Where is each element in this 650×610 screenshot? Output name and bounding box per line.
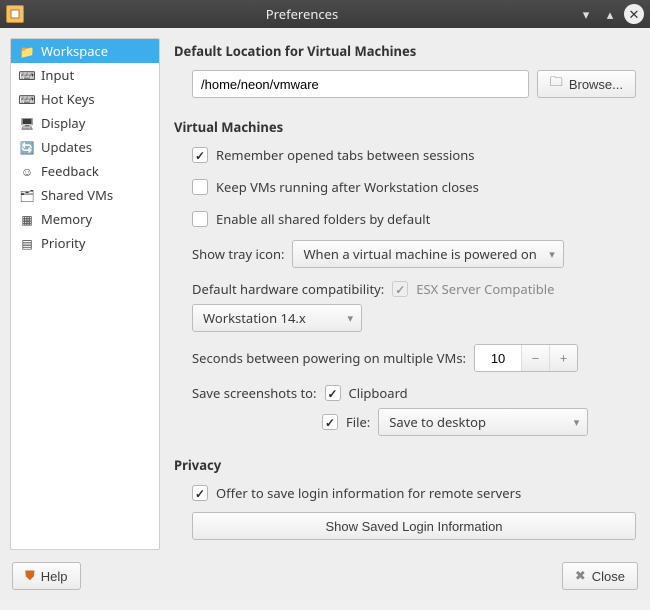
close-button[interactable]: ✖ Close [562, 562, 638, 590]
updates-icon: 🔄 [19, 140, 35, 154]
close-icon: ✖ [575, 568, 586, 584]
checkbox-icon [192, 485, 208, 501]
sidebar-item-label: Feedback [41, 162, 99, 180]
show-saved-login-button[interactable]: Show Saved Login Information [192, 512, 636, 540]
window-title: Preferences [32, 5, 572, 23]
display-icon: 🖥 [19, 116, 35, 130]
sidebar-item-label: Input [41, 66, 74, 84]
hotkeys-icon: ⌨ [19, 92, 35, 106]
clipboard-label: Clipboard [349, 384, 408, 402]
input-icon: ⌨ [19, 68, 35, 82]
remember-tabs-label: Remember opened tabs between sessions [216, 146, 474, 164]
keep-vms-label: Keep VMs running after Workstation close… [216, 178, 479, 196]
sidebar-item-display[interactable]: 🖥 Display [11, 111, 159, 135]
sidebar: 📁 Workspace ⌨ Input ⌨ Hot Keys 🖥 Display 🔄 Update… [10, 38, 160, 550]
sidebar-item-input[interactable]: ⌨ Input [11, 63, 159, 87]
sidebar-item-memory[interactable]: ▦ Memory [11, 207, 159, 231]
sidebar-item-hot-keys[interactable]: ⌨ Hot Keys [11, 87, 159, 111]
file-label: File: [346, 413, 370, 431]
help-label: Help [41, 569, 68, 584]
remember-tabs-checkbox[interactable]: Remember opened tabs between sessions [192, 146, 474, 164]
sidebar-item-feedback[interactable]: ☺ Feedback [11, 159, 159, 183]
checkbox-icon [192, 147, 208, 163]
section-virtual-machines: Virtual Machines [174, 118, 636, 136]
enable-shared-folders-checkbox[interactable]: Enable all shared folders by default [192, 210, 430, 228]
esx-label: ESX Server Compatible [416, 280, 554, 298]
sidebar-item-label: Priority [41, 234, 86, 252]
help-icon: ⛊ [25, 568, 35, 584]
section-privacy: Privacy [174, 456, 636, 474]
file-checkbox[interactable]: File: [322, 413, 370, 431]
checkbox-icon [325, 385, 341, 401]
sidebar-item-label: Workspace [41, 42, 108, 60]
checkbox-icon [322, 414, 338, 430]
compat-value: Workstation 14.x [203, 309, 306, 327]
feedback-icon: ☺ [19, 164, 35, 178]
checkbox-icon [392, 281, 408, 297]
enable-shared-label: Enable all shared folders by default [216, 210, 430, 228]
keep-vms-running-checkbox[interactable]: Keep VMs running after Workstation close… [192, 178, 479, 196]
sidebar-item-label: Shared VMs [41, 186, 113, 204]
sidebar-item-updates[interactable]: 🔄 Updates [11, 135, 159, 159]
close-label: Close [592, 569, 625, 584]
tray-icon-combo[interactable]: When a virtual machine is powered on [292, 240, 563, 268]
sidebar-item-label: Display [41, 114, 85, 132]
tray-icon-value: When a virtual machine is powered on [303, 245, 536, 263]
browse-label: Browse... [569, 77, 623, 92]
window-min-icon[interactable]: ▾ [576, 4, 596, 24]
checkbox-icon [192, 179, 208, 195]
memory-icon: ▦ [19, 212, 35, 226]
seconds-label: Seconds between powering on multiple VMs… [192, 349, 466, 367]
compat-label: Default hardware compatibility: [192, 280, 384, 298]
folder-icon: 🗀 [550, 73, 563, 95]
sidebar-item-shared-vms[interactable]: 🗂 Shared VMs [11, 183, 159, 207]
app-icon [6, 5, 24, 23]
offer-save-login-checkbox[interactable]: Offer to save login information for remo… [192, 484, 521, 502]
window-max-icon[interactable]: ▴ [600, 4, 620, 24]
footer: ⛊ Help ✖ Close [0, 560, 650, 600]
file-dest-value: Save to desktop [389, 413, 486, 431]
section-default-location: Default Location for Virtual Machines [174, 42, 636, 60]
tray-icon-label: Show tray icon: [192, 245, 284, 263]
clipboard-checkbox[interactable]: Clipboard [325, 384, 408, 402]
shared-vms-icon: 🗂 [19, 188, 35, 202]
default-location-input[interactable] [192, 70, 529, 98]
sidebar-item-label: Hot Keys [41, 90, 95, 108]
sidebar-item-label: Memory [41, 210, 92, 228]
window-body: 📁 Workspace ⌨ Input ⌨ Hot Keys 🖥 Display 🔄 Update… [0, 28, 650, 560]
screenshots-label: Save screenshots to: [192, 384, 317, 402]
browse-button[interactable]: 🗀 Browse... [537, 70, 636, 98]
esx-compatible-checkbox: ESX Server Compatible [392, 280, 554, 298]
seconds-spinner[interactable]: − + [474, 344, 578, 372]
help-button[interactable]: ⛊ Help [12, 562, 81, 590]
offer-save-label: Offer to save login information for remo… [216, 484, 521, 502]
show-saved-label: Show Saved Login Information [325, 519, 502, 534]
titlebar: Preferences ▾ ▴ ✕ [0, 0, 650, 28]
compat-combo[interactable]: Workstation 14.x [192, 304, 362, 332]
seconds-decrement[interactable]: − [521, 345, 549, 371]
sidebar-item-priority[interactable]: ▤ Priority [11, 231, 159, 255]
workspace-icon: 📁 [19, 44, 35, 58]
sidebar-item-label: Updates [41, 138, 92, 156]
seconds-input[interactable] [475, 345, 521, 371]
seconds-increment[interactable]: + [549, 345, 577, 371]
window-close-icon[interactable]: ✕ [624, 4, 644, 24]
priority-icon: ▤ [19, 236, 35, 250]
sidebar-item-workspace[interactable]: 📁 Workspace [11, 39, 159, 63]
workspace-panel: Default Location for Virtual Machines 🗀 … [174, 38, 640, 550]
checkbox-icon [192, 211, 208, 227]
file-dest-combo[interactable]: Save to desktop [378, 408, 588, 436]
